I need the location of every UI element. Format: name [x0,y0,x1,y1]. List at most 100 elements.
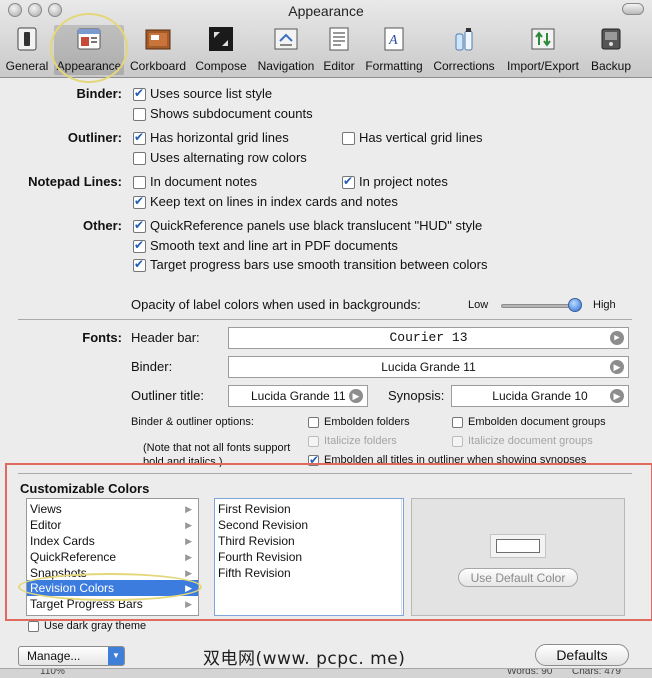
chevron-right-icon: ▶ [185,599,192,609]
source-list-style-label: Uses source list style [150,86,273,101]
header-bar-label: Header bar: [131,330,200,345]
header-bar-font-field[interactable]: Courier 13 ▶ [228,327,629,349]
list-item[interactable]: Index Cards ▶ [27,533,198,549]
hud-style-label: QuickReference panels use black transluc… [150,218,483,233]
keep-text-on-lines-label: Keep text on lines in index cards and no… [150,194,398,209]
list-item[interactable]: Third Revision [215,533,403,549]
italicize-folders-label: Italicize folders [324,435,397,447]
backup-drive-icon [601,28,621,50]
chevron-right-icon: ▶ [185,520,192,530]
tab-import-export[interactable]: Import/Export [503,25,583,75]
binder-font-value: Lucida Grande 11 [381,360,476,374]
customizable-colors-title: Customizable Colors [20,481,150,496]
checkbox-smooth-progress[interactable] [133,257,146,272]
list-item[interactable]: Editor ▶ [27,517,198,533]
subdocument-counts-label: Shows subdocument counts [150,106,313,121]
opacity-low-label: Low [468,299,489,311]
list-item[interactable]: Fifth Revision [215,565,403,581]
chevron-right-icon: ▶ [185,504,192,514]
checkbox-horizontal-grid[interactable] [133,130,146,145]
defaults-button[interactable]: Defaults [535,644,629,666]
italicize-document-groups-label: Italicize document groups [468,435,593,447]
corkboard-icon [145,29,171,50]
checkbox-embolden-folders[interactable] [308,417,319,428]
embolden-folders-label: Embolden folders [324,416,410,428]
list-item[interactable]: Fourth Revision [215,549,403,565]
horizontal-grid-label: Has horizontal grid lines [150,130,289,145]
list-item[interactable]: Views ▶ [27,501,198,517]
synopsis-font-value: Lucida Grande 10 [492,389,588,403]
checkbox-vertical-grid[interactable] [342,132,355,145]
synopsis-font-field[interactable]: Lucida Grande 10 ▶ [451,385,629,407]
tab-corkboard[interactable]: Corkboard [128,25,188,75]
color-well-panel: Use Default Color [411,498,625,616]
outliner-label: Outliner: [67,130,122,145]
formatting-icon: A [384,27,404,51]
navigation-icon [274,28,298,50]
opacity-slider-knob[interactable] [568,298,582,312]
other-label: Other: [83,218,122,233]
outliner-title-font-field[interactable]: Lucida Grande 11 ▶ [228,385,368,407]
dark-gray-theme-label: Use dark gray theme [44,620,147,632]
tab-editor[interactable]: Editor [322,25,356,75]
manage-popup[interactable]: Manage... ▼ [18,646,125,666]
list-item[interactable]: First Revision [215,501,403,517]
chevron-right-icon: ▶ [185,536,192,546]
list-item[interactable]: Second Revision [215,517,403,533]
smooth-progress-label: Target progress bars use smooth transiti… [150,257,488,272]
checkbox-document-notes[interactable] [133,176,146,189]
opacity-high-label: High [593,299,616,311]
char-count: Chars: 479 [572,668,621,677]
synopsis-font-label: Synopsis: [388,388,445,403]
import-export-icon [531,28,555,50]
color-swatch[interactable] [496,539,540,553]
compose-fullscreen-icon [209,27,233,51]
outliner-title-font-value: Lucida Grande 11 [251,389,346,403]
checkbox-project-notes[interactable] [342,174,355,189]
alternating-rows-label: Uses alternating row colors [150,150,307,165]
arrow-right-icon[interactable]: ▶ [349,389,363,403]
smooth-pdf-label: Smooth text and line art in PDF document… [150,238,398,253]
tab-corrections[interactable]: Corrections [432,25,496,75]
checkbox-keep-text-on-lines[interactable] [133,194,146,209]
chevron-right-icon: ▶ [185,552,192,562]
checkbox-dark-gray-theme[interactable] [28,621,39,632]
checkbox-source-list-style[interactable] [133,86,146,101]
checkbox-alternating-rows[interactable] [133,152,146,165]
arrow-right-icon[interactable]: ▶ [610,331,624,345]
opacity-label: Opacity of label colors when used in bac… [131,297,421,312]
preferences-window: Appearance General Appearance Corkboard … [0,0,652,678]
project-notes-label: In project notes [359,174,448,189]
binder-font-label: Binder: [131,359,173,374]
notepad-lines-label: Notepad Lines: [28,174,122,189]
svg-text:A: A [388,33,398,48]
zoom-level[interactable]: 110% [40,669,65,677]
binder-font-field[interactable]: Lucida Grande 11 ▶ [228,356,629,378]
word-count: Words: 90 [507,668,553,677]
chevron-down-icon: ▼ [108,647,124,665]
checkbox-subdocument-counts[interactable] [133,108,146,121]
checkbox-smooth-pdf[interactable] [133,238,146,253]
header-bar-font-value: Courier 13 [389,330,468,345]
list-scroll-edge [401,499,402,615]
divider [18,319,632,320]
tab-navigation[interactable]: Navigation [256,25,316,75]
checkbox-hud-style[interactable] [133,218,146,233]
corrections-bottles-icon [455,28,473,51]
list-item[interactable]: QuickReference ▶ [27,549,198,565]
checkbox-italicize-document-groups [452,436,463,447]
checkbox-embolden-document-groups[interactable] [452,417,463,428]
document-notes-label: In document notes [150,174,257,189]
tab-general[interactable]: General [4,25,50,75]
outliner-title-font-label: Outliner title: [131,388,204,403]
tab-formatting[interactable]: A Formatting [363,25,425,75]
vertical-grid-label: Has vertical grid lines [359,130,483,145]
binder-outliner-options-label: Binder & outliner options: [131,416,254,428]
color-item-list[interactable]: First Revision Second Revision Third Rev… [214,498,404,616]
arrow-right-icon[interactable]: ▶ [610,360,624,374]
tab-backup[interactable]: Backup [589,25,633,75]
tab-compose[interactable]: Compose [194,25,248,75]
use-default-color-button[interactable]: Use Default Color [458,568,578,587]
status-bar: 110% Words: 90 Chars: 479 [0,668,652,678]
arrow-right-icon[interactable]: ▶ [610,389,624,403]
